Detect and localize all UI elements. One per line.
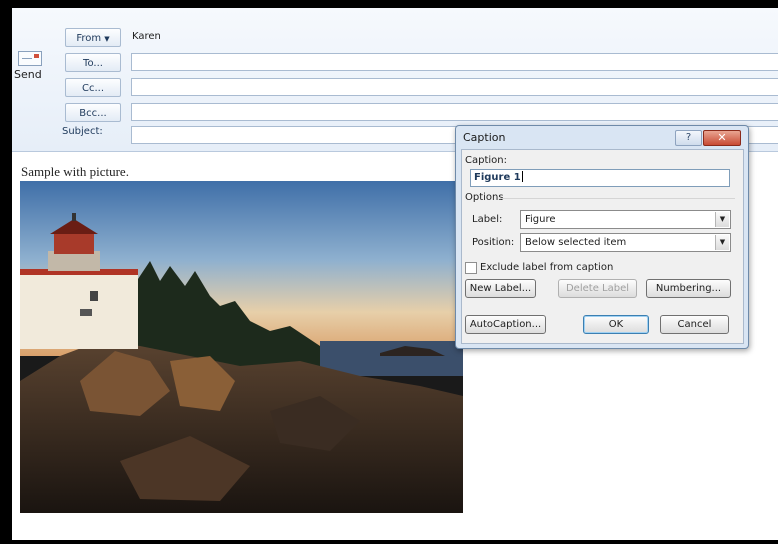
label-select-value: Figure: [525, 214, 556, 225]
position-label: Position:: [472, 237, 515, 248]
caption-dialog: Caption ? ✕ Caption: Figure 1 Options La…: [455, 125, 749, 349]
message-body-text[interactable]: Sample with picture.: [21, 164, 129, 180]
send-label: Send: [14, 68, 42, 81]
label-label: Label:: [472, 214, 503, 225]
to-field[interactable]: [131, 53, 778, 71]
dialog-title: Caption: [463, 131, 506, 144]
label-select[interactable]: Figure ▼: [520, 210, 731, 229]
caption-label: Caption:: [465, 155, 507, 166]
position-select-value: Below selected item: [525, 237, 627, 248]
chevron-down-icon: ▼: [104, 35, 110, 43]
options-divider: [500, 198, 735, 199]
send-envelope-icon: [18, 51, 42, 66]
delete-label-button[interactable]: Delete Label: [558, 279, 637, 298]
autocaption-button[interactable]: AutoCaption...: [465, 315, 546, 334]
exclude-label-checkbox[interactable]: [465, 262, 477, 274]
lighthouse-image: [20, 181, 463, 513]
lighthouse-picture[interactable]: [20, 181, 463, 513]
bcc-button[interactable]: Bcc...: [65, 103, 121, 122]
outlook-compose-window: Send From ▼ Karen To... Cc... Bcc... Sub…: [12, 8, 778, 540]
help-icon[interactable]: ?: [675, 130, 702, 146]
exclude-label-text: Exclude label from caption: [480, 262, 614, 273]
dialog-content: Caption: Figure 1 Options Label: Figure …: [461, 149, 744, 344]
close-icon[interactable]: ✕: [703, 130, 741, 146]
position-select[interactable]: Below selected item ▼: [520, 233, 731, 252]
caption-value: Figure 1: [474, 172, 521, 183]
options-label: Options: [465, 192, 504, 203]
from-button[interactable]: From ▼: [65, 28, 121, 47]
cancel-button[interactable]: Cancel: [660, 315, 729, 334]
chevron-down-icon[interactable]: ▼: [715, 212, 729, 227]
from-label: From: [76, 33, 102, 44]
ok-button[interactable]: OK: [583, 315, 649, 334]
text-cursor: [521, 171, 523, 182]
to-button[interactable]: To...: [65, 53, 121, 72]
chevron-down-icon[interactable]: ▼: [715, 235, 729, 250]
bcc-field[interactable]: [131, 103, 778, 121]
caption-input[interactable]: Figure 1: [470, 169, 730, 187]
subject-label: Subject:: [62, 126, 103, 137]
cc-button[interactable]: Cc...: [65, 78, 121, 97]
send-button[interactable]: Send: [14, 46, 54, 86]
from-value: Karen: [132, 31, 161, 42]
new-label-button[interactable]: New Label...: [465, 279, 536, 298]
cc-field[interactable]: [131, 78, 778, 96]
numbering-button[interactable]: Numbering...: [646, 279, 731, 298]
